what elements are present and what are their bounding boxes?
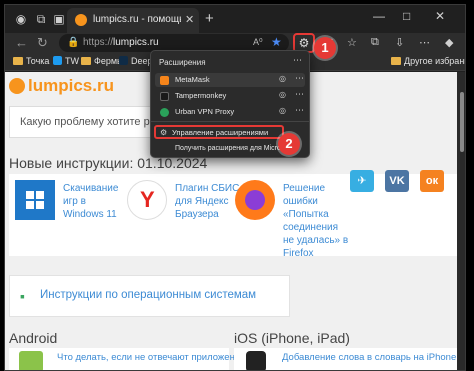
android-icon: [19, 351, 43, 370]
extension-row-metamask[interactable]: MetaMask ◎ ⋯: [155, 73, 305, 87]
android-article[interactable]: Что делать, если не отвечают приложения …: [9, 348, 258, 370]
windows-logo-icon: [15, 180, 55, 220]
visibility-icon[interactable]: ◎: [279, 74, 286, 83]
tab-actions-icon[interactable]: ▣: [51, 11, 67, 27]
favorites-icon[interactable]: ☆: [347, 36, 357, 49]
active-tab[interactable]: lumpics.ru - помощь с компьют ✕: [67, 8, 199, 33]
get-extensions-link[interactable]: Получить расширения для Microsoft: [175, 145, 292, 152]
step-badge-1: 1: [314, 37, 336, 59]
android-heading: Android: [9, 330, 58, 346]
browser-window: ◉ ⧉ ▣ lumpics.ru - помощь с компьют ✕ + …: [4, 4, 466, 371]
article-link[interactable]: Решение ошибки «Попытка соединения не уд…: [283, 182, 349, 260]
more-icon[interactable]: ⋯: [295, 105, 304, 116]
title-bar: ◉ ⧉ ▣ lumpics.ru - помощь с компьют ✕ + …: [5, 5, 465, 33]
popup-more-icon[interactable]: ⋯: [293, 55, 302, 66]
bookmark-item[interactable]: Точка: [13, 56, 49, 66]
minimize-icon[interactable]: —: [373, 9, 385, 23]
popup-title: Расширения: [159, 58, 206, 67]
refresh-icon[interactable]: ↻: [37, 35, 48, 51]
folder-icon: [391, 57, 401, 65]
folder-icon: [13, 57, 23, 65]
bookmark-item[interactable]: Фермы: [81, 56, 124, 66]
url-text[interactable]: https://lumpics.ru: [83, 37, 159, 48]
twitter-icon: [53, 56, 62, 65]
collections-icon[interactable]: ⧉: [371, 36, 379, 49]
lumpics-favicon: [75, 14, 87, 26]
close-window-icon[interactable]: ✕: [435, 9, 445, 23]
logo-icon: [9, 78, 25, 94]
manage-extensions-button[interactable]: ⚙ Управление расширениями: [154, 125, 284, 139]
tampermonkey-icon: [160, 92, 169, 101]
maximize-icon[interactable]: □: [403, 9, 410, 23]
metamask-icon: [160, 76, 169, 85]
more-icon[interactable]: ⋯: [295, 89, 304, 100]
bookmark-item[interactable]: TW: [53, 56, 79, 66]
deepl-icon: [119, 56, 128, 65]
odnoklassniki-icon[interactable]: ок: [420, 170, 444, 192]
iphone-icon: [246, 351, 266, 370]
tab-title: lumpics.ru - помощь с компьют: [93, 14, 181, 25]
site-logo[interactable]: lumpics.ru: [9, 76, 114, 96]
site-search-input[interactable]: Какую проблему хотите реш: [9, 106, 165, 138]
telegram-icon[interactable]: ✈: [350, 170, 374, 192]
close-tab-icon[interactable]: ✕: [185, 13, 194, 26]
more-icon[interactable]: ⋯: [295, 73, 304, 84]
other-bookmarks[interactable]: Другое избранное: [391, 56, 465, 66]
new-tab-button[interactable]: +: [205, 10, 214, 27]
os-instructions-link[interactable]: ▪ Инструкции по операционным системам: [9, 275, 290, 317]
menu-icon[interactable]: ⋯: [419, 36, 430, 49]
os-icon: ▪: [20, 288, 25, 304]
step-badge-2: 2: [278, 133, 300, 155]
downloads-icon[interactable]: ⇩: [395, 36, 404, 49]
lock-icon[interactable]: 🔒: [67, 37, 79, 48]
scrollbar-thumb[interactable]: [460, 92, 464, 152]
gear-icon: ⚙: [160, 128, 168, 137]
back-icon[interactable]: ←: [15, 35, 28, 51]
article-link[interactable]: Скачивание игр в Windows 11: [63, 182, 127, 221]
extension-row-urban-vpn[interactable]: Urban VPN Proxy ◎ ⋯: [155, 105, 305, 119]
extension-row-tampermonkey[interactable]: Tampermonkey ◎ ⋯: [155, 89, 305, 103]
urban-vpn-icon: [160, 108, 169, 117]
ios-heading: iOS (iPhone, iPad): [234, 330, 350, 346]
copilot-icon[interactable]: ◆: [445, 36, 453, 49]
page-scrollbar[interactable]: [457, 72, 465, 370]
favorite-star-icon[interactable]: ★: [271, 35, 282, 49]
popup-divider: [151, 121, 309, 122]
visibility-icon[interactable]: ◎: [279, 90, 286, 99]
visibility-icon[interactable]: ◎: [279, 106, 286, 115]
profile-icon[interactable]: ◉: [13, 11, 29, 27]
yandex-logo-icon: Y: [127, 180, 167, 220]
vk-icon[interactable]: VK: [385, 170, 409, 192]
ios-article[interactable]: Добавление слова в словарь на iPhone: [234, 348, 457, 370]
firefox-logo-icon: [235, 180, 275, 220]
workspaces-icon[interactable]: ⧉: [33, 11, 49, 27]
read-aloud-icon[interactable]: A⁰: [253, 37, 263, 48]
folder-icon: [81, 57, 91, 65]
